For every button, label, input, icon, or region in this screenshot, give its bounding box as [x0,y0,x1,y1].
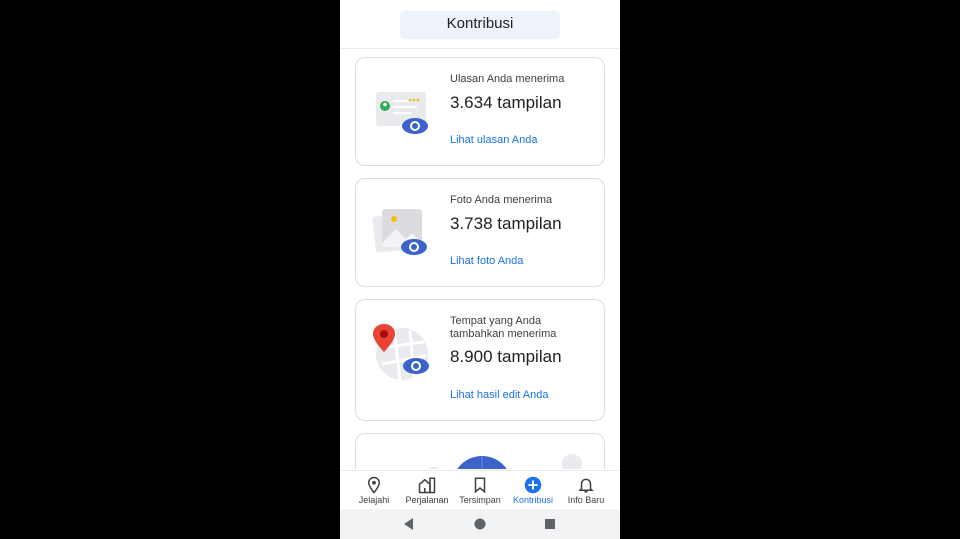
nav-contribute[interactable]: Kontribusi [505,471,561,510]
reviews-card[interactable]: Ulasan Anda menerima 3.634 tampilan Liha… [355,57,605,166]
card-label: Ulasan Anda menerima [450,73,565,85]
nav-saved[interactable]: Tersimpan [452,471,508,510]
photos-card[interactable]: Foto Anda menerima 3.738 tampilan Lihat … [355,178,605,287]
partial-card[interactable] [355,433,605,469]
location-pin-icon [367,476,381,494]
card-value: 3.738 tampilan [450,214,562,233]
view-reviews-link[interactable]: Lihat ulasan Anda [450,134,537,146]
nav-label: Kontribusi [512,495,554,505]
back-icon[interactable] [401,516,417,532]
recents-icon[interactable] [542,516,558,532]
nav-label: Tersimpan [459,495,501,505]
add-circle-icon [524,476,542,494]
nav-label: Info Baru [567,495,605,505]
home-icon[interactable] [472,516,488,532]
globe-illustration-icon [428,454,582,469]
map-pin-eye-icon [373,324,429,381]
system-navigation-bar [340,509,620,539]
phone-screen: Kontribusi Ulasan Anda menerima 3.634 ta… [340,0,620,539]
page-title: Kontribusi [446,15,514,32]
bell-icon [578,478,594,493]
nav-explore[interactable]: Jelajahi [346,471,402,510]
commute-icon [418,477,436,494]
card-label: Foto Anda menerima [450,194,553,206]
view-edits-link[interactable]: Lihat hasil edit Anda [450,389,548,401]
card-value: 3.634 tampilan [450,93,562,112]
nav-label: Perjalanan [405,495,449,505]
card-value: 8.900 tampilan [450,347,562,366]
view-photos-link[interactable]: Lihat foto Anda [450,255,523,267]
nav-commute[interactable]: Perjalanan [399,471,455,510]
card-label: Tempat yang Anda tambahkan menerima [450,315,557,340]
contribution-list[interactable]: Ulasan Anda menerima 3.634 tampilan Liha… [340,49,620,469]
app-header: Kontribusi [340,0,620,49]
nav-label: Jelajahi [358,495,390,505]
places-card[interactable]: Tempat yang Anda tambahkan menerima 8.90… [355,299,605,421]
bookmark-icon [474,477,486,494]
nav-updates[interactable]: Info Baru [558,471,614,510]
review-card-eye-icon [376,92,428,134]
bottom-navigation: Jelajahi Perjalanan Tersimpan Kontribusi… [340,470,620,510]
photo-eye-icon [372,209,427,255]
